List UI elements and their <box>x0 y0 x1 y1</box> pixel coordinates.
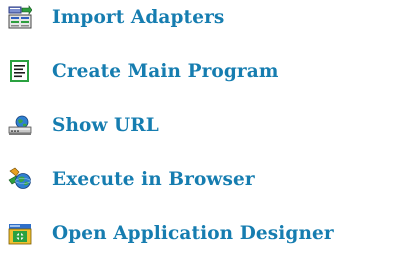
create-main-program-label: Create Main Program <box>52 60 279 82</box>
execute-in-browser-link[interactable]: Execute in Browser <box>8 163 255 195</box>
show-url-link[interactable]: Show URL <box>8 109 159 141</box>
show-url-label: Show URL <box>52 114 159 136</box>
application-designer-icon <box>8 221 32 245</box>
execute-in-browser-icon <box>8 167 32 191</box>
open-application-designer-link[interactable]: Open Application Designer <box>8 217 334 249</box>
show-url-icon <box>8 113 32 137</box>
main-program-document-icon <box>8 59 32 83</box>
import-adapters-label: Import Adapters <box>52 6 225 28</box>
execute-in-browser-label: Execute in Browser <box>52 168 255 190</box>
import-adapters-link[interactable]: Import Adapters <box>8 1 224 33</box>
create-main-program-link[interactable]: Create Main Program <box>8 55 279 87</box>
import-adapters-icon <box>8 5 33 29</box>
open-application-designer-label: Open Application Designer <box>52 222 334 244</box>
